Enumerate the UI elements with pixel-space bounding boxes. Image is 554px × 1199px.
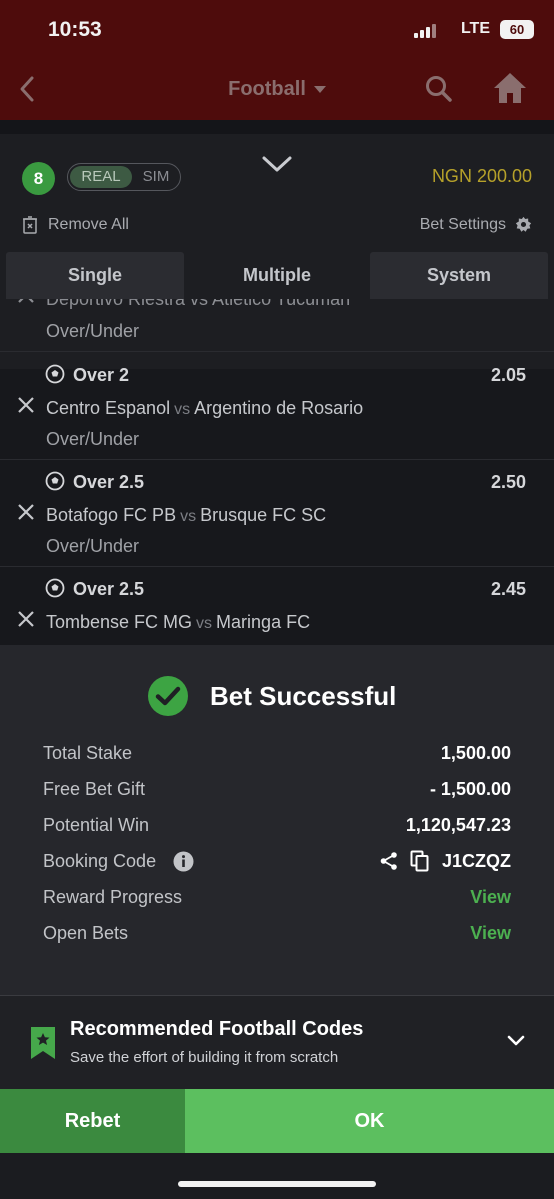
chevron-down-icon[interactable] [506, 1034, 526, 1048]
away-team: Brusque FC SC [200, 505, 327, 525]
home-indicator[interactable] [178, 1181, 376, 1187]
potential-win-row: Potential Win 1,120,547.23 [43, 813, 511, 849]
recommended-title: Recommended Football Codes [70, 1018, 364, 1040]
close-icon[interactable] [16, 299, 36, 305]
free-bet-row: Free Bet Gift - 1,500.00 [43, 777, 511, 813]
status-bar: 10:53 LTE 60 [48, 18, 534, 46]
total-stake-label: Total Stake [43, 743, 133, 763]
market-type: Over/Under [46, 429, 140, 449]
tab-multiple[interactable]: Multiple [184, 252, 370, 299]
selection-odds: 2.50 [490, 472, 526, 492]
selection-odds: 2.05 [490, 365, 526, 385]
vs-label: vs [174, 401, 191, 418]
bet-type-tabs: Single Multiple System [6, 252, 548, 299]
recommended-codes-banner[interactable]: Recommended Football Codes Save the effo… [0, 995, 554, 1089]
tab-system[interactable]: System [370, 252, 548, 299]
bet-success-sheet: Bet Successful Total Stake 1,500.00 Free… [0, 645, 554, 995]
free-bet-label: Free Bet Gift [43, 779, 146, 799]
football-icon [45, 364, 65, 384]
bet-summary: Total Stake 1,500.00 Free Bet Gift - 1,5… [43, 741, 511, 957]
real-sim-toggle[interactable]: REAL SIM [67, 163, 181, 191]
football-icon [45, 578, 65, 598]
recommended-subtitle: Save the effort of building it from scra… [70, 1049, 339, 1066]
match-teams: Botafogo FC PB vs Brusque FC SC [46, 505, 326, 526]
trash-icon[interactable] [22, 216, 38, 234]
bet-slip: 8 REAL SIM NGN 200.00 Remove All Bet Set… [0, 120, 554, 645]
selection-pick: Over 2.5 [73, 579, 145, 599]
home-icon[interactable] [492, 70, 528, 106]
football-icon [45, 471, 65, 491]
close-icon[interactable] [16, 502, 36, 522]
bet-settings-button[interactable]: Bet Settings [420, 216, 506, 234]
vs-label: vs [196, 615, 213, 632]
match-teams: Tombense FC MG vs Maringa FC [46, 612, 310, 633]
caret-down-icon [313, 86, 326, 94]
account-balance: NGN 200.00 [431, 166, 532, 186]
free-bet-value: - 1,500.00 [429, 779, 511, 799]
sport-selector[interactable]: Football [0, 78, 554, 101]
total-stake-value: 1,500.00 [440, 743, 511, 763]
list-item: Over 2.5 2.50 Botafogo FC PB vs Brusque FC… [0, 460, 554, 567]
close-icon[interactable] [16, 395, 36, 415]
match-teams: Deportivo Riestra vs Atletico Tucuman [46, 299, 351, 309]
booking-code-value[interactable]: J1CZQZ [442, 851, 511, 872]
selection-count-badge: 8 [22, 162, 55, 195]
potential-win-label: Potential Win [43, 815, 150, 835]
list-item: Over 2.5 2.45 Tombense FC MG vs Maringa FC [0, 567, 554, 645]
list-item: Over 2 2.05 Centro Espanol vs Argentino de… [0, 353, 554, 460]
search-icon[interactable] [424, 74, 454, 104]
page-title: Football [228, 78, 306, 100]
booking-code-row: Booking Code J1CZQZ [43, 849, 511, 885]
chevron-down-icon[interactable] [261, 154, 293, 174]
home-team: Centro Espanol [46, 398, 171, 418]
open-bets-label: Open Bets [43, 923, 129, 943]
status-time: 10:53 [48, 18, 102, 41]
match-teams: Centro Espanol vs Argentino de Rosario [46, 398, 363, 419]
vs-label: vs [180, 508, 197, 525]
action-bar: Rebet OK [0, 1089, 554, 1153]
home-team: Botafogo FC PB [46, 505, 177, 525]
booking-code-label: Booking Code [43, 851, 157, 871]
share-icon[interactable] [379, 851, 399, 871]
ok-button[interactable]: OK [185, 1089, 554, 1153]
rebet-button[interactable]: Rebet [0, 1089, 185, 1153]
info-icon[interactable] [173, 851, 194, 872]
total-stake-row: Total Stake 1,500.00 [43, 741, 511, 777]
bookmark-star-icon [31, 1027, 55, 1059]
list-item: Deportivo Riestra vs Atletico Tucuman Ov… [0, 299, 554, 352]
background-list-peek [0, 120, 554, 134]
success-check-icon [148, 676, 188, 716]
open-bets-row: Open Bets View [43, 921, 511, 957]
app-header: Football [0, 68, 554, 112]
potential-win-value: 1,120,547.23 [405, 815, 511, 835]
reward-view-link[interactable]: View [470, 887, 511, 908]
away-team: Argentino de Rosario [194, 398, 364, 418]
reward-progress-label: Reward Progress [43, 887, 183, 907]
reward-progress-row: Reward Progress View [43, 885, 511, 921]
tab-single[interactable]: Single [6, 252, 184, 299]
remove-all-button[interactable]: Remove All [48, 216, 129, 234]
selection-odds: 2.45 [490, 579, 526, 599]
gear-icon[interactable] [515, 216, 532, 233]
selections-list: Deportivo Riestra vs Atletico Tucuman Ov… [0, 299, 554, 645]
home-team: Tombense FC MG [46, 612, 193, 632]
signal-icon [414, 24, 436, 38]
copy-icon[interactable] [410, 850, 430, 872]
selection-pick: Over 2.5 [73, 472, 145, 492]
success-title: Bet Successful [210, 681, 397, 711]
close-icon[interactable] [16, 609, 36, 629]
top-bar: 10:53 LTE 60 Football [0, 0, 554, 120]
open-bets-view-link[interactable]: View [470, 923, 511, 944]
market-type: Over/Under [46, 321, 140, 341]
market-type: Over/Under [46, 536, 140, 556]
mode-real[interactable]: REAL [70, 166, 132, 188]
network-label: LTE [460, 20, 490, 37]
battery-icon: 60 [500, 20, 534, 39]
away-team: Maringa FC [216, 612, 311, 632]
selection-pick: Over 2 [73, 365, 130, 385]
mode-sim[interactable]: SIM [134, 166, 178, 188]
